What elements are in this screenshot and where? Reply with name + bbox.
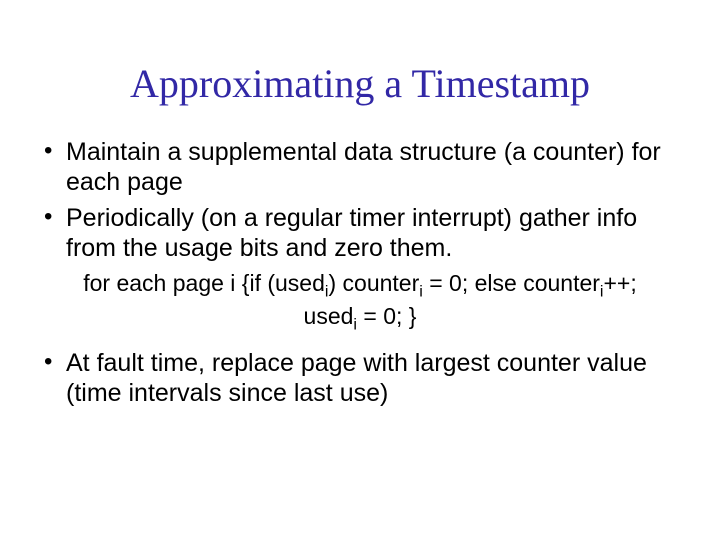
- code-text: for each page i {if (used: [83, 270, 325, 296]
- bullet-list: At fault time, replace page with largest…: [30, 348, 690, 408]
- bullet-item: At fault time, replace page with largest…: [40, 348, 680, 408]
- code-text: ) counter: [328, 270, 419, 296]
- bullet-list: Maintain a supplemental data structure (…: [30, 137, 690, 263]
- code-text: = 0; }: [357, 303, 416, 329]
- slide: Approximating a Timestamp Maintain a sup…: [0, 0, 720, 540]
- pseudocode: for each page i {if (usedi) counteri = 0…: [60, 269, 660, 334]
- bullet-item: Periodically (on a regular timer interru…: [40, 203, 680, 263]
- bullet-item: Maintain a supplemental data structure (…: [40, 137, 680, 197]
- code-text: = 0; else counter: [423, 270, 600, 296]
- slide-title: Approximating a Timestamp: [30, 60, 690, 107]
